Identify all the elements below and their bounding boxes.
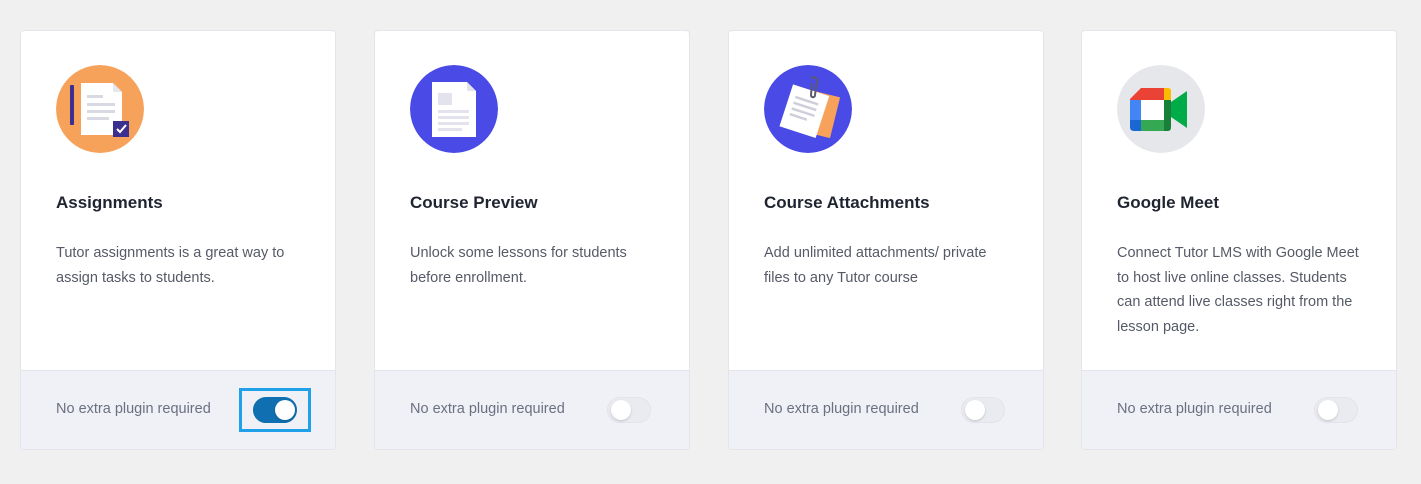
card-footer: No extra plugin required xyxy=(375,370,689,449)
course-attachments-enable-toggle[interactable] xyxy=(961,397,1005,423)
card-body: Assignments Tutor assignments is a great… xyxy=(21,31,335,373)
requirement-label: No extra plugin required xyxy=(410,401,565,417)
toggle-knob xyxy=(1318,400,1338,420)
toggle-knob xyxy=(275,400,295,420)
card-description: Unlock some lessons for students before … xyxy=(410,245,627,286)
card-title: Assignments xyxy=(56,193,163,212)
card-body: Course Preview Unlock some lessons for s… xyxy=(375,31,689,373)
requirement-label: No extra plugin required xyxy=(56,401,211,417)
card-description: Add unlimited attachments/ private files… xyxy=(764,245,987,286)
card-body: Google Meet Connect Tutor LMS with Googl… xyxy=(1082,31,1396,373)
card-footer: No extra plugin required xyxy=(1082,370,1396,449)
course-preview-document-icon xyxy=(410,65,498,153)
assignment-document-icon xyxy=(56,65,144,153)
attachment-paperclip-icon xyxy=(764,65,852,153)
assignments-enable-toggle[interactable] xyxy=(253,397,297,423)
card-footer: No extra plugin required xyxy=(729,370,1043,449)
addon-card-course-preview: Course Preview Unlock some lessons for s… xyxy=(374,30,690,450)
course-preview-enable-toggle[interactable] xyxy=(607,397,651,423)
google-meet-enable-toggle[interactable] xyxy=(1314,397,1358,423)
card-footer: No extra plugin required xyxy=(21,370,335,449)
card-body: Course Attachments Add unlimited attachm… xyxy=(729,31,1043,373)
requirement-label: No extra plugin required xyxy=(764,401,919,417)
addon-card-assignments: Assignments Tutor assignments is a great… xyxy=(20,30,336,450)
card-description: Connect Tutor LMS with Google Meet to ho… xyxy=(1117,245,1359,335)
addon-card-course-attachments: Course Attachments Add unlimited attachm… xyxy=(728,30,1044,450)
card-title: Google Meet xyxy=(1117,193,1220,212)
toggle-knob xyxy=(611,400,631,420)
addon-card-google-meet: Google Meet Connect Tutor LMS with Googl… xyxy=(1081,30,1397,450)
toggle-knob xyxy=(965,400,985,420)
requirement-label: No extra plugin required xyxy=(1117,401,1272,417)
card-title: Course Attachments xyxy=(764,193,930,212)
google-meet-icon xyxy=(1117,65,1205,153)
card-description: Tutor assignments is a great way to assi… xyxy=(56,245,285,286)
card-title: Course Preview xyxy=(410,193,538,212)
